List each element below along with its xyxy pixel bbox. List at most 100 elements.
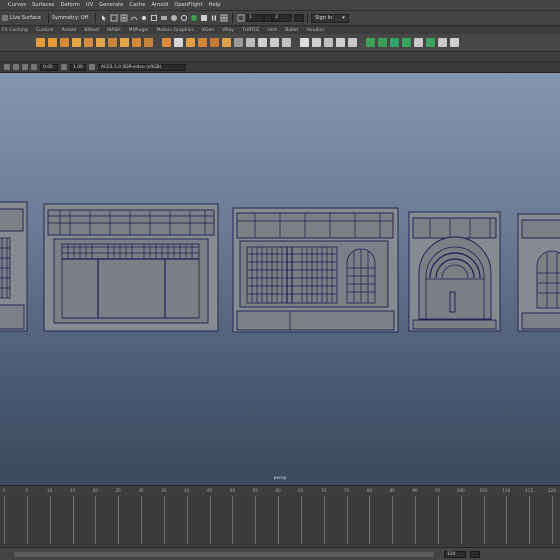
- input-field-z[interactable]: 2: [272, 14, 293, 22]
- shelf-tab-custom[interactable]: Custom: [36, 28, 54, 33]
- shelf-tool-icon[interactable]: [36, 38, 45, 47]
- lasso-icon[interactable]: [110, 14, 118, 22]
- shelf-tab-fx-caching[interactable]: FX Caching: [2, 28, 28, 33]
- shelf-tab-mtplugin[interactable]: MtPlugin: [129, 28, 149, 33]
- input-field-w[interactable]: [294, 14, 305, 22]
- render-icon[interactable]: [160, 14, 168, 22]
- shelf-tool-icon[interactable]: [390, 38, 399, 47]
- color-manage-icon[interactable]: [89, 64, 95, 70]
- shelf-tab-arnold[interactable]: Arnold: [61, 28, 76, 33]
- range-extra-field[interactable]: [470, 551, 480, 558]
- snap-curve-icon[interactable]: [130, 14, 138, 22]
- shelf-tool-icon[interactable]: [282, 38, 291, 47]
- menu-openflight[interactable]: OpenFlight: [174, 2, 202, 8]
- sign-in-dropdown[interactable]: Sign In ▾: [311, 13, 349, 23]
- menu-surfaces[interactable]: Surfaces: [32, 2, 54, 8]
- shelf-tool-icon[interactable]: [162, 38, 171, 47]
- render-view-icon[interactable]: [200, 14, 208, 22]
- perspective-viewport[interactable]: .g { fill: #868b92; stroke: #1a1d52; str…: [0, 73, 560, 485]
- shelf-tool-icon[interactable]: [426, 38, 435, 47]
- exposure-field[interactable]: 0.00: [40, 63, 58, 71]
- shelf-tool-icon[interactable]: [210, 38, 219, 47]
- frame-tick: [483, 496, 485, 544]
- wireframe-icon[interactable]: [13, 64, 19, 70]
- shelf-tab-mash[interactable]: MASH: [107, 28, 120, 33]
- shelf-tool-icon[interactable]: [258, 38, 267, 47]
- shelf-tool-icon[interactable]: [84, 38, 93, 47]
- pause-icon[interactable]: [210, 14, 218, 22]
- time-slider[interactable]: 1 5 10 15 20 25 30 35 40 45 50 55 60 65 70 75 80 85 90 95 10…: [0, 485, 560, 547]
- shelf-tool-icon[interactable]: [72, 38, 81, 47]
- frame-tick: [369, 496, 371, 544]
- input-line-icon[interactable]: [237, 14, 245, 22]
- menu-help[interactable]: Help: [209, 2, 221, 8]
- shelf-tool-icon[interactable]: [246, 38, 255, 47]
- shelf-tool-icon[interactable]: [96, 38, 105, 47]
- frame-number: 80: [366, 488, 372, 493]
- color-space-dropdown[interactable]: ACES 1.0 SDR-video (sRGB): [98, 63, 186, 71]
- storefront-3: [232, 207, 399, 333]
- menu-uv[interactable]: UV: [86, 2, 93, 8]
- shelf-tool-icon[interactable]: [60, 38, 69, 47]
- menu-cache[interactable]: Cache: [129, 2, 145, 8]
- smooth-shade-icon[interactable]: [22, 64, 28, 70]
- hypershade-icon[interactable]: [190, 14, 198, 22]
- storefront-4: [408, 211, 501, 332]
- shelf-tool-icon[interactable]: [336, 38, 345, 47]
- shelf-tool-icon[interactable]: [132, 38, 141, 47]
- shelf-tab-hmt[interactable]: Hmt: [267, 28, 277, 33]
- shelf-tool-icon[interactable]: [300, 38, 309, 47]
- workspace-label[interactable]: Live Surface: [10, 15, 41, 21]
- shelf-tool-icon[interactable]: [48, 38, 57, 47]
- input-field-x[interactable]: 1: [246, 14, 265, 22]
- shelf-tool-icon[interactable]: [222, 38, 231, 47]
- shelf-tab-turtle[interactable]: TURTLE: [242, 28, 259, 33]
- shelf-tool-icon[interactable]: [450, 38, 459, 47]
- ipr-icon[interactable]: [170, 14, 178, 22]
- shelf-tool-icon[interactable]: [186, 38, 195, 47]
- shelf-tool-icon[interactable]: [108, 38, 117, 47]
- menu-arnold[interactable]: Arnold: [152, 2, 169, 8]
- range-slider[interactable]: [14, 552, 434, 557]
- gamma-field[interactable]: 1.00: [70, 63, 86, 71]
- shelf-tab-houdini[interactable]: Houdini: [306, 28, 324, 33]
- menu-set-icon[interactable]: [1, 14, 9, 22]
- select-tool-icon[interactable]: [100, 14, 108, 22]
- frame-tick: [72, 496, 74, 544]
- snap-grid-icon[interactable]: [120, 14, 128, 22]
- shelf-tab-bullet[interactable]: Bullet: [285, 28, 298, 33]
- gamma-icon[interactable]: [61, 64, 67, 70]
- shelf-tool-icon[interactable]: [270, 38, 279, 47]
- shelf-tab-bifrost[interactable]: Bifrost: [84, 28, 99, 33]
- grid-view-icon[interactable]: [220, 14, 228, 22]
- shelf-tool-icon[interactable]: [198, 38, 207, 47]
- range-end-field[interactable]: 120: [444, 551, 466, 558]
- render-settings-icon[interactable]: [180, 14, 188, 22]
- shelf-tool-icon[interactable]: [144, 38, 153, 47]
- shelf-tool-icon[interactable]: [438, 38, 447, 47]
- xray-icon[interactable]: [31, 64, 37, 70]
- shelf-tab-xgen[interactable]: XGen: [202, 28, 214, 33]
- menu-curves[interactable]: Curves: [8, 2, 26, 8]
- shelf-tool-icon[interactable]: [402, 38, 411, 47]
- shelf-tool-icon[interactable]: [414, 38, 423, 47]
- timeline-track[interactable]: [0, 496, 560, 546]
- shelf-tool-icon[interactable]: [348, 38, 357, 47]
- camera-icon[interactable]: [4, 64, 10, 70]
- menu-generate[interactable]: Generate: [99, 2, 123, 8]
- snap-view-icon[interactable]: [150, 14, 158, 22]
- shelf-tool-icon[interactable]: [312, 38, 321, 47]
- shelf-tool-icon[interactable]: [120, 38, 129, 47]
- input-field-y[interactable]: [264, 14, 273, 22]
- viewport-toolbar: 0.00 1.00 ACES 1.0 SDR-video (sRGB): [0, 62, 560, 73]
- snap-point-icon[interactable]: [140, 14, 148, 22]
- shelf-tool-icon[interactable]: [366, 38, 375, 47]
- shelf-tool-icon[interactable]: [378, 38, 387, 47]
- shelf-tool-icon[interactable]: [234, 38, 243, 47]
- menu-deform[interactable]: Deform: [60, 2, 79, 8]
- shelf-tool-icon[interactable]: [174, 38, 183, 47]
- shelf-tool-icon[interactable]: [324, 38, 333, 47]
- shelf-tab-vray[interactable]: VRay: [222, 28, 234, 33]
- symmetry-dropdown[interactable]: Symmetry: Off: [52, 15, 88, 21]
- shelf-tab-motion-graphics[interactable]: Motion Graphics: [156, 28, 193, 33]
